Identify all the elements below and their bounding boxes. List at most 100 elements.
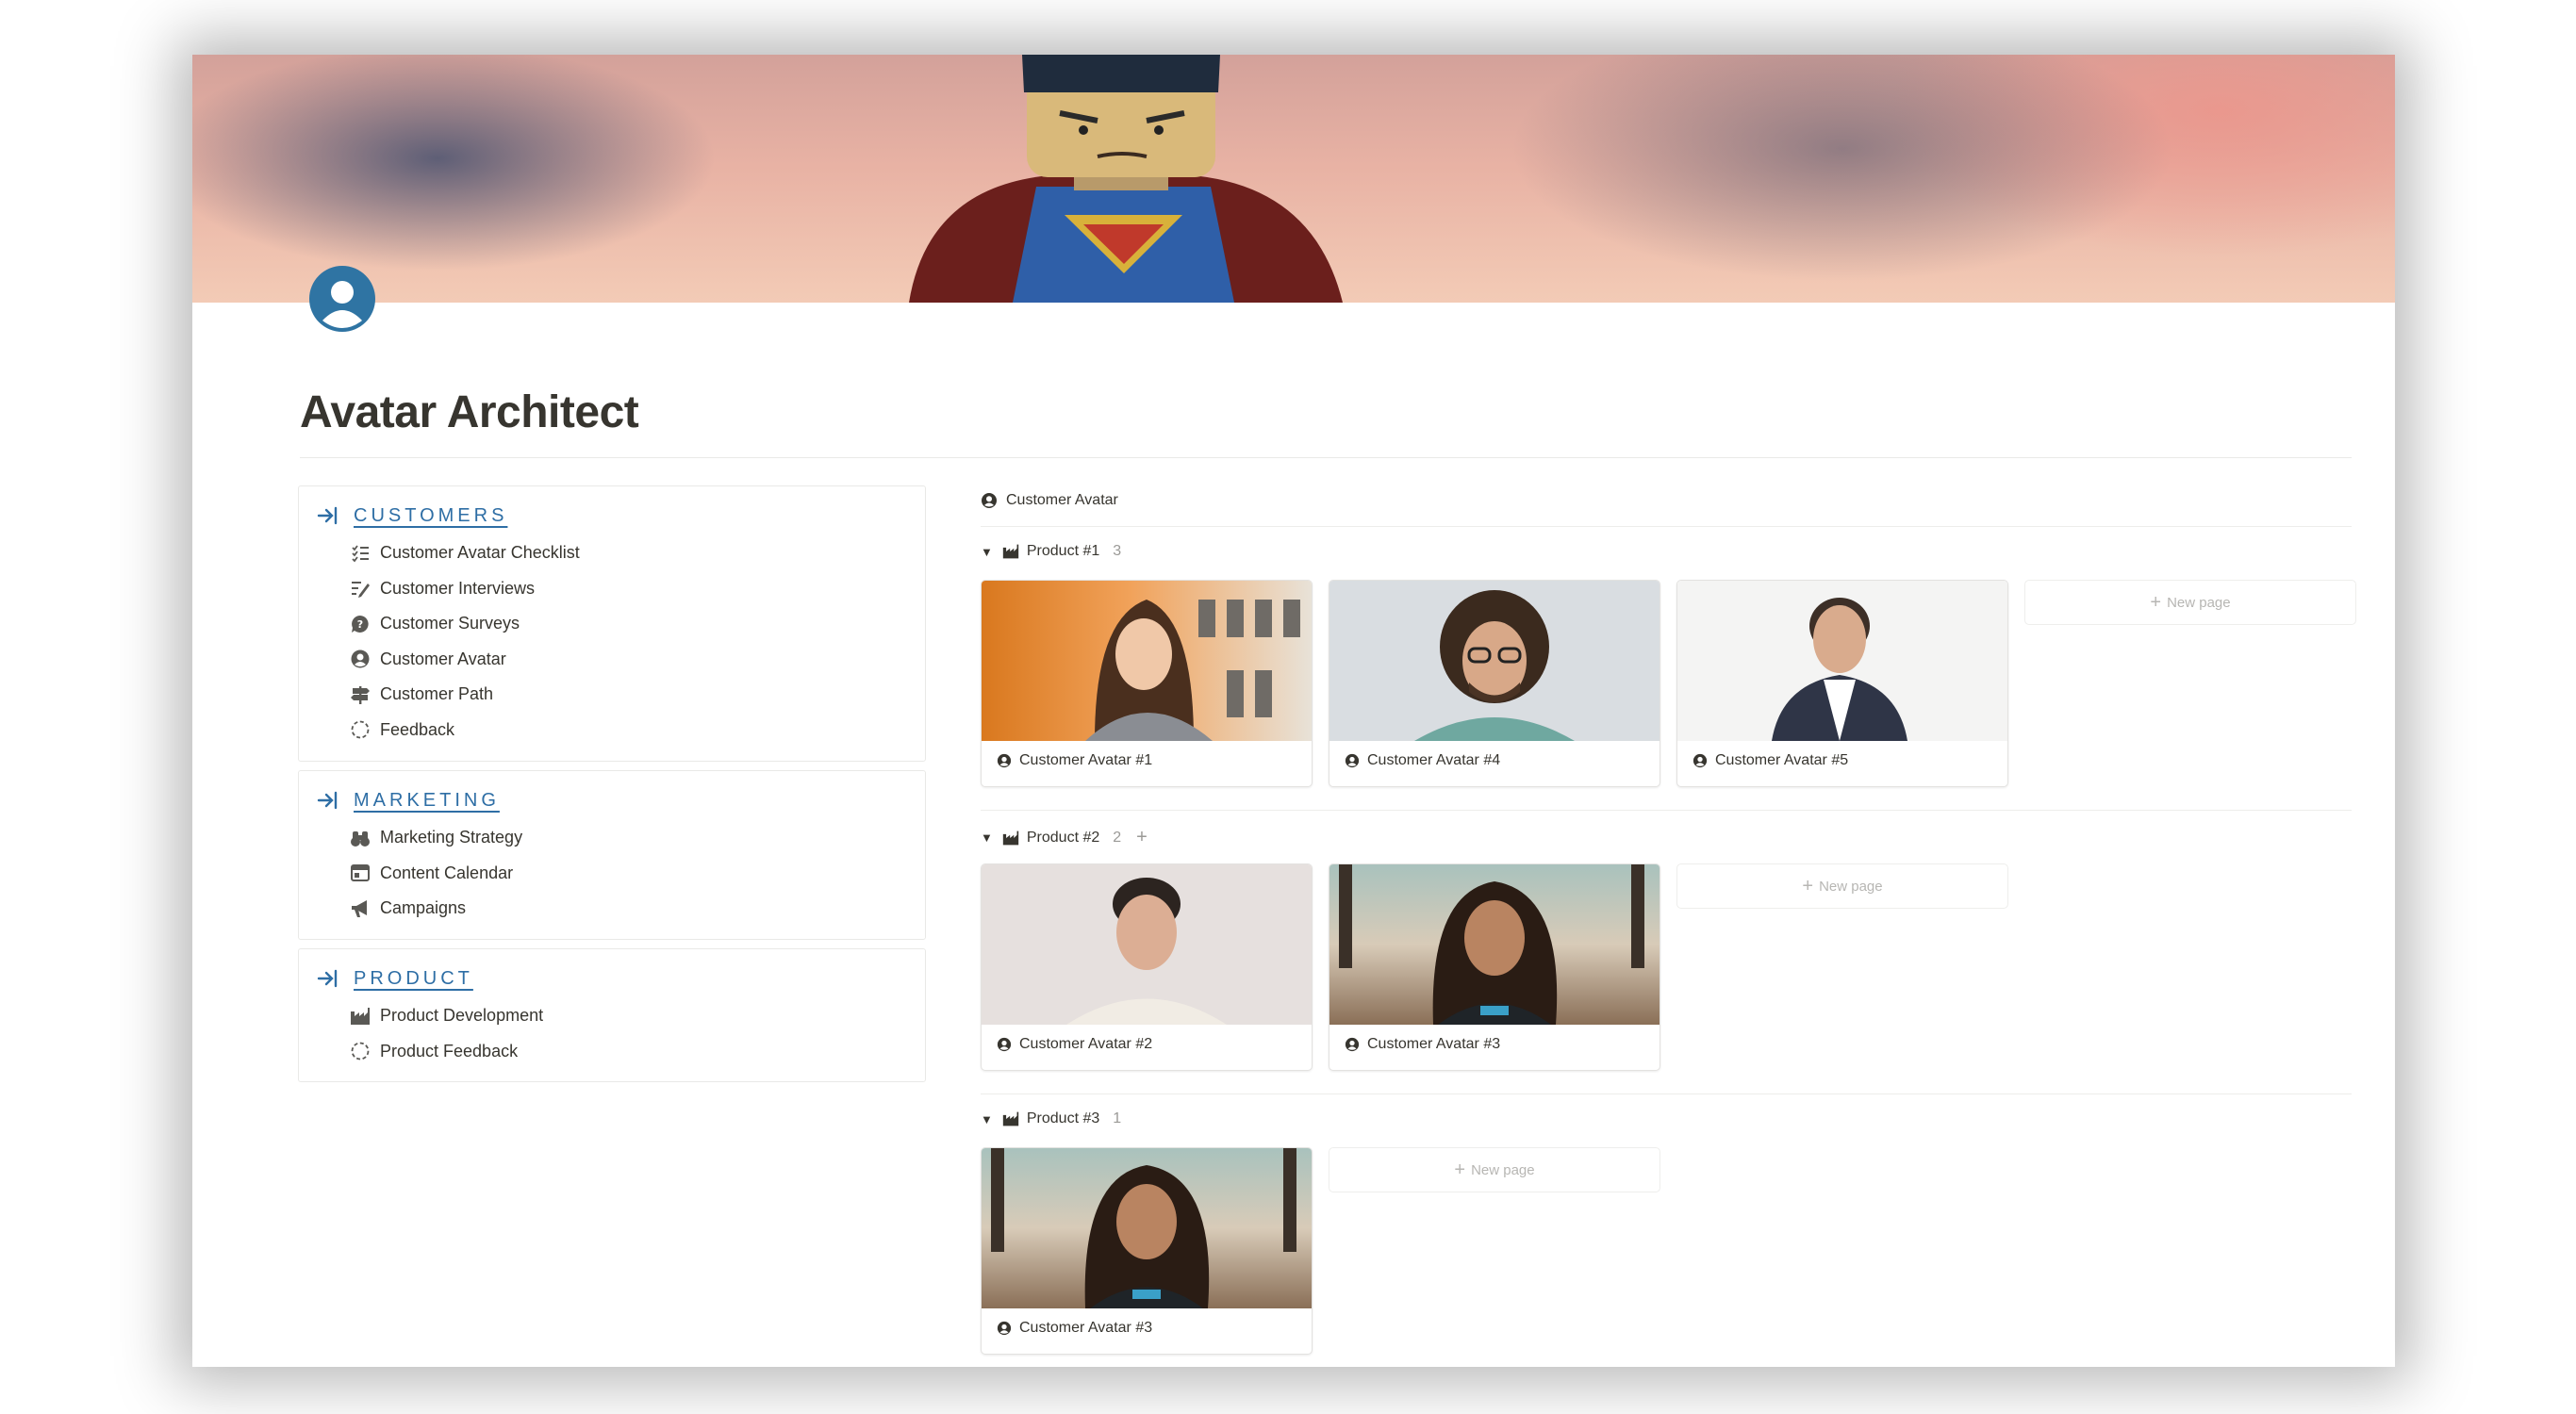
- nav-item-content-calendar[interactable]: Content Calendar: [350, 856, 522, 892]
- nav-item-label: Customer Interviews: [380, 578, 536, 598]
- nav-heading-label: PRODUCT: [354, 967, 473, 989]
- nav-item-customer-interviews[interactable]: Customer Interviews: [350, 571, 580, 607]
- dashed-circle-icon: [350, 719, 371, 740]
- card-cover-photo: [1329, 864, 1660, 1025]
- database-title-label: Customer Avatar: [1006, 492, 1118, 508]
- lego-superman-figure: [909, 55, 1343, 303]
- nav-item-customer-avatar[interactable]: Customer Avatar: [350, 642, 580, 678]
- user-circle-icon: [350, 649, 371, 669]
- group-header-product-1[interactable]: ▼ Product #1 3: [981, 543, 1121, 560]
- database-title[interactable]: Customer Avatar: [981, 492, 1118, 509]
- dashed-circle-icon: [350, 1041, 371, 1061]
- card-customer-avatar-5[interactable]: Customer Avatar #5: [1676, 580, 2008, 787]
- nav-heading-product[interactable]: PRODUCT: [316, 966, 473, 991]
- nav-item-label: Product Development: [380, 1006, 544, 1026]
- card-caption: Customer Avatar #4: [1345, 752, 1500, 769]
- user-circle-icon: [1693, 753, 1708, 768]
- user-circle-icon: [997, 1321, 1012, 1336]
- nav-item-label: Campaigns: [380, 898, 467, 918]
- arrow-to-bar-icon: [317, 969, 338, 988]
- card-caption: Customer Avatar #1: [997, 752, 1152, 769]
- nav-heading-label: MARKETING: [354, 789, 500, 811]
- card-caption: Customer Avatar #3: [997, 1320, 1152, 1337]
- new-page-label: New page: [2167, 594, 2231, 611]
- plus-icon: +: [2150, 591, 2162, 613]
- nav-item-label: Feedback: [380, 719, 455, 739]
- binoculars-icon: [350, 828, 371, 848]
- card-caption: Customer Avatar #3: [1345, 1036, 1500, 1053]
- nav-heading-customers[interactable]: CUSTOMERS: [316, 503, 507, 528]
- toggle-triangle-icon[interactable]: ▼: [981, 830, 993, 845]
- nav-item-campaigns[interactable]: Campaigns: [350, 891, 522, 927]
- group-name: Product #3: [1026, 1110, 1100, 1126]
- nav-item-product-feedback[interactable]: Product Feedback: [350, 1034, 543, 1070]
- card-customer-avatar-3[interactable]: Customer Avatar #3: [981, 1147, 1313, 1355]
- group-divider: [981, 1093, 2352, 1094]
- factory-icon: [350, 1006, 371, 1027]
- database-divider: [981, 526, 2352, 527]
- card-title: Customer Avatar #5: [1715, 752, 1849, 768]
- nav-item-feedback[interactable]: Feedback: [350, 713, 580, 748]
- nav-item-customer-avatar-checklist[interactable]: Customer Avatar Checklist: [350, 535, 580, 571]
- nav-item-label: Customer Avatar Checklist: [380, 543, 580, 563]
- cover-image[interactable]: [192, 55, 2395, 303]
- new-page-label: New page: [1819, 878, 1883, 895]
- user-circle-icon: [981, 492, 998, 509]
- nav-item-label: Marketing Strategy: [380, 828, 523, 847]
- card-cover-photo: [982, 581, 1312, 741]
- nav-item-marketing-strategy[interactable]: Marketing Strategy: [350, 820, 522, 856]
- group-count: 3: [1113, 543, 1122, 559]
- signpost-icon: [350, 684, 371, 705]
- nav-item-label: Content Calendar: [380, 863, 514, 882]
- group-count: 1: [1113, 1110, 1122, 1126]
- card-cover-photo: [1677, 581, 2007, 741]
- group-divider: [981, 810, 2352, 811]
- factory-icon: [1002, 830, 1019, 847]
- new-page-label: New page: [1471, 1161, 1535, 1178]
- page-title[interactable]: Avatar Architect: [300, 386, 639, 438]
- user-circle-icon: [1345, 1037, 1360, 1052]
- question-bubble-icon: ?: [350, 614, 371, 634]
- nav-item-label: Product Feedback: [380, 1041, 519, 1060]
- group-count: 2: [1113, 829, 1122, 846]
- nav-heading-label: CUSTOMERS: [354, 504, 508, 526]
- toggle-triangle-icon[interactable]: ▼: [981, 1112, 993, 1126]
- plus-icon: +: [1802, 875, 1814, 896]
- card-customer-avatar-3[interactable]: Customer Avatar #3: [1329, 863, 1660, 1071]
- group-name: Product #1: [1026, 543, 1100, 559]
- new-page-button[interactable]: + New page: [1676, 863, 2008, 909]
- checklist-icon: [350, 543, 371, 564]
- card-title: Customer Avatar #3: [1019, 1320, 1153, 1336]
- nav-item-customer-path[interactable]: Customer Path: [350, 677, 580, 713]
- toggle-triangle-icon[interactable]: ▼: [981, 545, 993, 559]
- card-caption: Customer Avatar #2: [997, 1036, 1152, 1053]
- user-circle-icon: [997, 753, 1012, 768]
- edit-lines-icon: [350, 578, 371, 599]
- nav-item-label: Customer Surveys: [380, 614, 520, 633]
- nav-item-label: Customer Avatar: [380, 649, 506, 668]
- card-title: Customer Avatar #1: [1019, 752, 1153, 768]
- nav-item-customer-surveys[interactable]: ? Customer Surveys: [350, 606, 580, 642]
- card-customer-avatar-1[interactable]: Customer Avatar #1: [981, 580, 1313, 787]
- nav-block-marketing: MARKETING Marketing Strategy Content Cal…: [298, 770, 926, 940]
- new-page-button[interactable]: + New page: [2024, 580, 2356, 625]
- notion-page: Avatar Architect CUSTOMERS Customer Avat…: [192, 55, 2395, 1367]
- add-to-group-icon[interactable]: +: [1136, 827, 1148, 848]
- factory-icon: [1002, 543, 1019, 560]
- nav-item-label: Customer Path: [380, 684, 494, 704]
- page-avatar-icon[interactable]: [309, 266, 375, 332]
- nav-item-product-development[interactable]: Product Development: [350, 998, 543, 1034]
- group-header-product-2[interactable]: ▼ Product #2 2 +: [981, 827, 1148, 848]
- card-customer-avatar-2[interactable]: Customer Avatar #2: [981, 863, 1313, 1071]
- card-customer-avatar-4[interactable]: Customer Avatar #4: [1329, 580, 1660, 787]
- arrow-to-bar-icon: [317, 791, 338, 810]
- user-circle-icon: [1345, 753, 1360, 768]
- new-page-button[interactable]: + New page: [1329, 1147, 1660, 1192]
- factory-icon: [1002, 1110, 1019, 1127]
- nav-heading-marketing[interactable]: MARKETING: [316, 788, 500, 813]
- card-caption: Customer Avatar #5: [1693, 752, 1848, 769]
- card-title: Customer Avatar #3: [1367, 1036, 1501, 1052]
- card-cover-photo: [982, 1148, 1312, 1308]
- nav-block-customers: CUSTOMERS Customer Avatar Checklist Cust…: [298, 485, 926, 762]
- group-header-product-3[interactable]: ▼ Product #3 1: [981, 1110, 1121, 1127]
